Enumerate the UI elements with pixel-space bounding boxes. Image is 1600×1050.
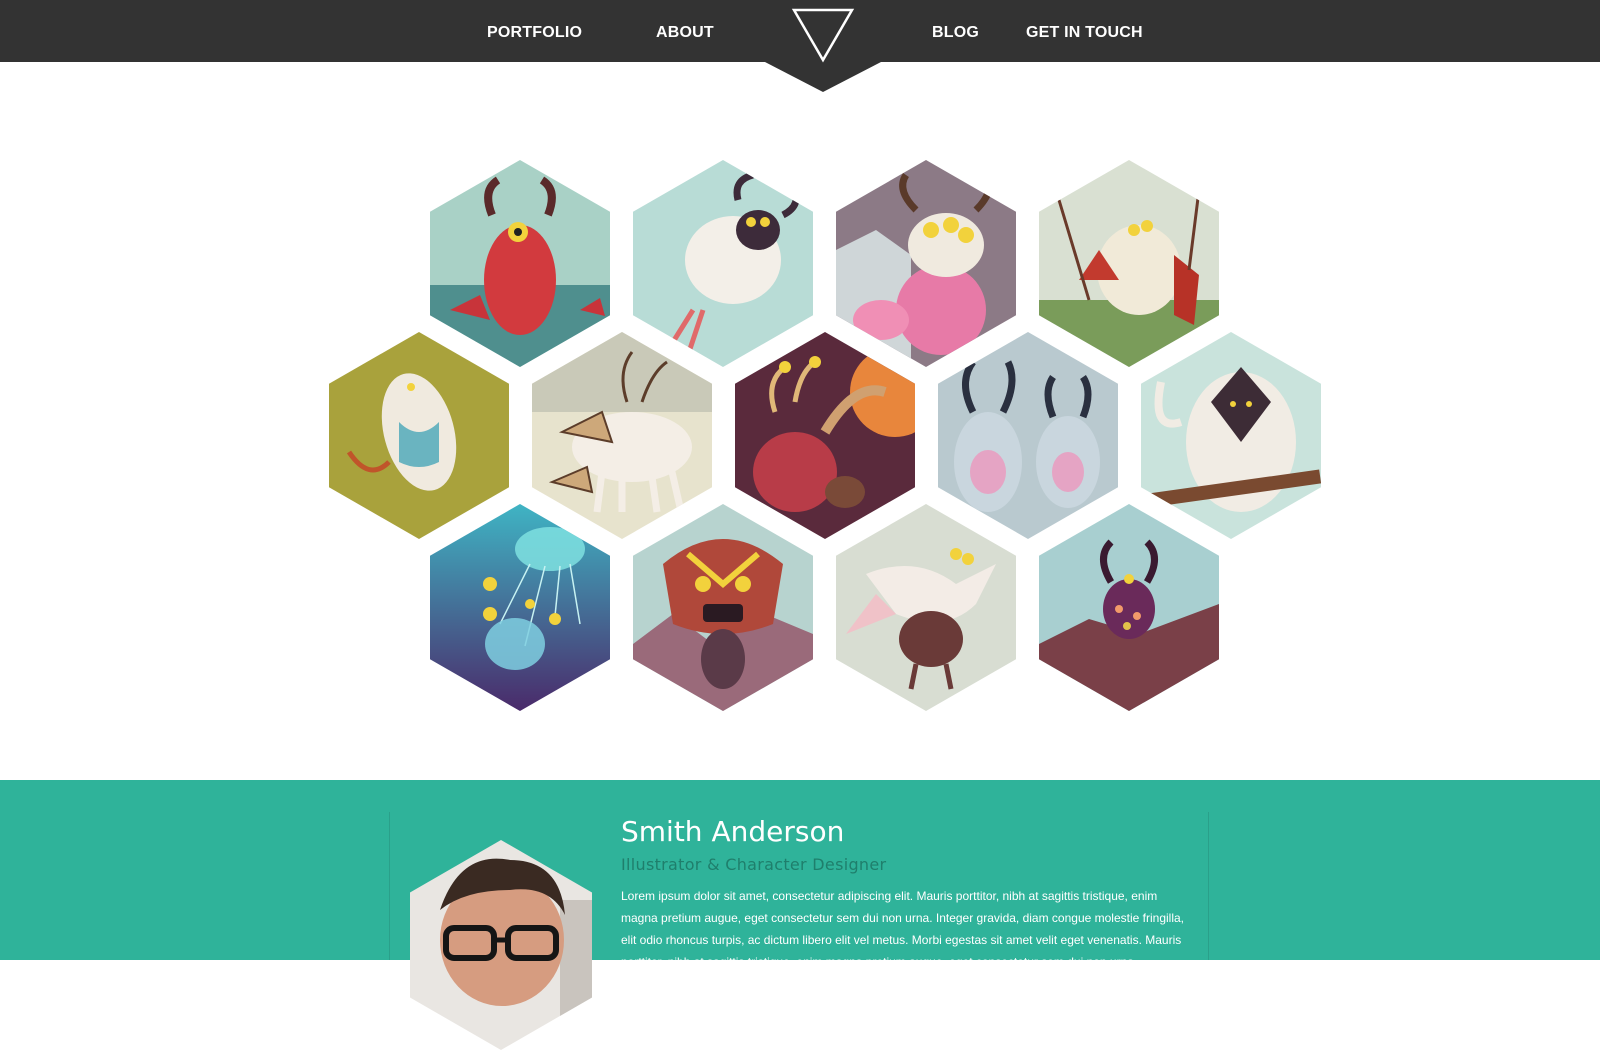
portfolio-tile-white-deer-creature[interactable] bbox=[532, 332, 712, 539]
nav-about-link[interactable]: ABOUT bbox=[656, 0, 714, 62]
logo-home-button[interactable] bbox=[765, 0, 881, 92]
portfolio-tile-jellyfish[interactable] bbox=[430, 504, 610, 711]
about-left-divider bbox=[389, 812, 390, 960]
portfolio-tile-white-bird-creature[interactable] bbox=[836, 504, 1016, 711]
portfolio-tile-yeti-pair[interactable] bbox=[938, 332, 1118, 539]
portfolio-tile-tribal-mask-monster[interactable] bbox=[633, 504, 813, 711]
portfolio-tile-red-monster[interactable] bbox=[430, 160, 610, 367]
portfolio-tile-pink-cow-monster[interactable] bbox=[836, 160, 1016, 367]
profile-role: Illustrator & Character Designer bbox=[621, 855, 887, 874]
profile-name: Smith Anderson bbox=[621, 815, 845, 848]
nav-portfolio-link[interactable]: PORTFOLIO bbox=[487, 0, 582, 62]
nav-get-in-touch-link[interactable]: GET IN TOUCH bbox=[1026, 0, 1143, 62]
portfolio-tile-purple-horned-creature[interactable] bbox=[1039, 504, 1219, 711]
portfolio-tile-sleeping-creature[interactable] bbox=[329, 332, 509, 539]
portfolio-tile-hooded-yeti[interactable] bbox=[1141, 332, 1321, 539]
portfolio-tile-sheep-monster[interactable] bbox=[633, 160, 813, 367]
portfolio-tile-puppet-creature[interactable] bbox=[1039, 160, 1219, 367]
about-right-divider bbox=[1208, 812, 1209, 960]
portfolio-tile-tentacle-monster[interactable] bbox=[735, 332, 915, 539]
nav-blog-link[interactable]: BLOG bbox=[932, 0, 979, 62]
